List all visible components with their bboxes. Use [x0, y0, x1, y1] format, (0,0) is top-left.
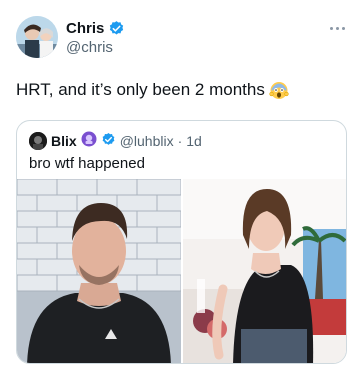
quote-header: Blix @luhblix · 1d	[29, 131, 202, 150]
post-text-content: HRT, and it’s only been 2 months	[16, 80, 265, 99]
quote-separator: ·	[177, 132, 183, 149]
scream-emoji	[269, 80, 289, 100]
post-header: Chris @chris	[16, 16, 348, 60]
author-handle[interactable]: @chris	[66, 39, 113, 56]
quote-author-handle[interactable]: @luhblix	[120, 133, 174, 149]
author-name[interactable]: Chris	[66, 20, 104, 37]
quote-author-name[interactable]: Blix	[51, 133, 77, 149]
quote-text: bro wtf happened	[29, 155, 145, 172]
author-name-row: Chris	[66, 20, 125, 37]
quote-author-avatar[interactable]	[29, 131, 47, 150]
more-options-icon[interactable]	[326, 22, 348, 34]
post-text: HRT, and it’s only been 2 months	[16, 80, 289, 100]
quote-age[interactable]: 1d	[186, 133, 202, 149]
media-photo-before[interactable]	[17, 179, 181, 363]
quote-verified-badge-icon	[101, 132, 116, 150]
author-avatar[interactable]	[16, 16, 58, 58]
affiliate-badge-icon	[81, 131, 97, 150]
quoted-post[interactable]: Blix @luhblix · 1d bro wtf happened	[16, 120, 347, 364]
media-photo-after[interactable]	[183, 179, 346, 363]
verified-badge-icon	[108, 20, 125, 37]
quote-media	[17, 179, 346, 363]
